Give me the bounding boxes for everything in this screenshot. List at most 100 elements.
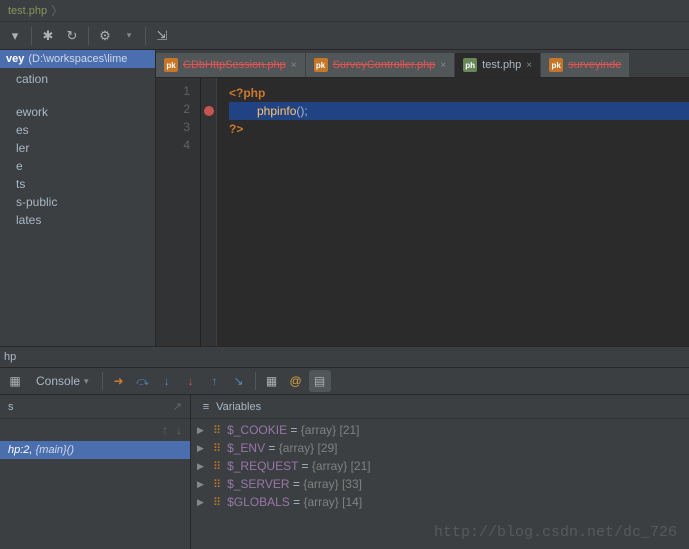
marker-gutter[interactable] xyxy=(201,78,217,346)
editor-tabs: pk CDbHttpSession.php × pk SurveyControl… xyxy=(156,50,689,78)
at-button[interactable]: @ xyxy=(285,370,307,392)
code-line-1: <?php xyxy=(229,84,689,102)
force-step-into-button[interactable]: ↓ xyxy=(180,370,202,392)
project-path: (D:\workspaces\lime xyxy=(28,53,127,65)
stack-frame[interactable]: hp:2, {main}() xyxy=(0,441,190,459)
variables-title: Variables xyxy=(216,401,261,413)
session-label: hp xyxy=(4,351,16,363)
frames-title: s xyxy=(8,401,14,413)
tree-item[interactable]: ework xyxy=(0,103,155,121)
array-icon: ⠿ xyxy=(213,496,221,509)
frame-function: {main}() xyxy=(36,444,75,456)
console-tab[interactable]: Console ▾ xyxy=(28,374,97,388)
code-editor[interactable]: 1 2 3 4 <?php phpinfo(); ?> xyxy=(156,78,689,346)
debug-session-tab[interactable]: hp xyxy=(0,347,689,367)
variable-row[interactable]: ▶ ⠿ $_SERVER = {array} [33] xyxy=(191,475,689,493)
frames-header: s ↗ xyxy=(0,395,190,419)
array-icon: ⠿ xyxy=(213,478,221,491)
frame-location: hp:2, xyxy=(8,444,32,456)
refresh-button[interactable]: ↻ xyxy=(61,25,83,47)
step-out-button[interactable]: ↑ xyxy=(204,370,226,392)
step-over-button[interactable]: ⤼ xyxy=(132,370,154,392)
shrink-button[interactable]: ⇲ xyxy=(151,25,173,47)
breadcrumb-file[interactable]: test.php xyxy=(8,5,47,17)
breakpoint-icon[interactable] xyxy=(204,106,214,116)
variables-header: ≡ Variables xyxy=(191,395,689,419)
expand-icon[interactable]: ▶ xyxy=(197,479,207,490)
separator xyxy=(88,27,89,45)
variable-row[interactable]: ▶ ⠿ $_ENV = {array} [29] xyxy=(191,439,689,457)
line-number: 1 xyxy=(156,84,190,102)
project-tree: cation ework es ler e ts s-public lates xyxy=(0,68,155,346)
php-icon: pk xyxy=(314,58,328,72)
close-icon[interactable]: × xyxy=(526,60,532,71)
breadcrumb: test.php 〉 xyxy=(0,0,689,22)
tab-label: SurveyController.php xyxy=(333,59,436,71)
tab-file-2[interactable]: ph test.php × xyxy=(455,53,541,77)
layout-button[interactable]: ▦ xyxy=(4,370,26,392)
tree-item[interactable] xyxy=(0,88,155,103)
tree-item[interactable]: ler xyxy=(0,139,155,157)
separator xyxy=(31,27,32,45)
frames-panel: s ↗ ↑ ↓ hp:2, {main}() xyxy=(0,395,191,549)
line-number: 4 xyxy=(156,138,190,156)
close-icon[interactable]: × xyxy=(291,60,297,71)
tree-item[interactable]: ts xyxy=(0,175,155,193)
expand-icon[interactable]: ▶ xyxy=(197,443,207,454)
tab-label: CDbHttpSession.php xyxy=(183,59,286,71)
project-header[interactable]: vey (D:\workspaces\lime xyxy=(0,50,155,68)
dropdown-button[interactable]: ▾ xyxy=(118,25,140,47)
tree-item[interactable]: cation xyxy=(0,70,155,88)
tab-file-1[interactable]: pk SurveyController.php × xyxy=(306,53,456,77)
collapse-button[interactable]: ▾ xyxy=(4,25,26,47)
tree-item[interactable]: lates xyxy=(0,211,155,229)
line-number: 2 xyxy=(156,102,190,120)
target-button[interactable]: ✱ xyxy=(37,25,59,47)
tab-label: surveyinde xyxy=(568,59,621,71)
gutter: 1 2 3 4 xyxy=(156,78,201,346)
separator xyxy=(102,372,103,390)
code-line-3: ?> xyxy=(229,120,689,138)
main-area: vey (D:\workspaces\lime cation ework es … xyxy=(0,50,689,346)
close-icon[interactable]: × xyxy=(440,60,446,71)
settings-button[interactable]: ⚙ xyxy=(94,25,116,47)
editor-area: pk CDbHttpSession.php × pk SurveyControl… xyxy=(156,50,689,346)
frame-down-button[interactable]: ↓ xyxy=(176,423,182,437)
code-line-2: phpinfo(); xyxy=(229,102,689,120)
frame-up-button[interactable]: ↑ xyxy=(162,423,168,437)
expand-icon[interactable]: ▶ xyxy=(197,461,207,472)
code-content[interactable]: <?php phpinfo(); ?> xyxy=(217,78,689,346)
variable-row[interactable]: ▶ ⠿ $_COOKIE = {array} [21] xyxy=(191,421,689,439)
tab-label: test.php xyxy=(482,59,521,71)
line-number: 3 xyxy=(156,120,190,138)
separator xyxy=(255,372,256,390)
frame-nav: ↑ ↓ xyxy=(0,419,190,441)
pin-icon[interactable]: ↗ xyxy=(173,400,182,413)
step-into-button[interactable]: ↓ xyxy=(156,370,178,392)
project-sidebar: vey (D:\workspaces\lime cation ework es … xyxy=(0,50,156,346)
run-to-cursor-button[interactable]: ↘ xyxy=(228,370,250,392)
tree-item[interactable]: e xyxy=(0,157,155,175)
array-icon: ⠿ xyxy=(213,442,221,455)
settings-button[interactable]: ▤ xyxy=(309,370,331,392)
variable-row[interactable]: ▶ ⠿ $GLOBALS = {array} [14] xyxy=(191,493,689,511)
chevron-down-icon: ▾ xyxy=(84,376,89,387)
tree-item[interactable]: s-public xyxy=(0,193,155,211)
evaluate-button[interactable]: ▦ xyxy=(261,370,283,392)
project-toolbar: ▾ ✱ ↻ ⚙ ▾ ⇲ xyxy=(0,22,689,50)
breadcrumb-separator: 〉 xyxy=(51,2,63,19)
array-icon: ⠿ xyxy=(213,460,221,473)
show-execution-button[interactable]: ➜ xyxy=(108,370,130,392)
list-icon: ≡ xyxy=(199,400,213,414)
watermark: http://blog.csdn.net/dc_726 xyxy=(434,524,677,541)
expand-icon[interactable]: ▶ xyxy=(197,425,207,436)
project-name: vey xyxy=(6,53,24,65)
tab-file-0[interactable]: pk CDbHttpSession.php × xyxy=(156,53,306,77)
array-icon: ⠿ xyxy=(213,424,221,437)
tab-file-3[interactable]: pk surveyinde xyxy=(541,53,630,77)
variable-row[interactable]: ▶ ⠿ $_REQUEST = {array} [21] xyxy=(191,457,689,475)
php-icon: ph xyxy=(463,58,477,72)
expand-icon[interactable]: ▶ xyxy=(197,497,207,508)
separator xyxy=(145,27,146,45)
tree-item[interactable]: es xyxy=(0,121,155,139)
